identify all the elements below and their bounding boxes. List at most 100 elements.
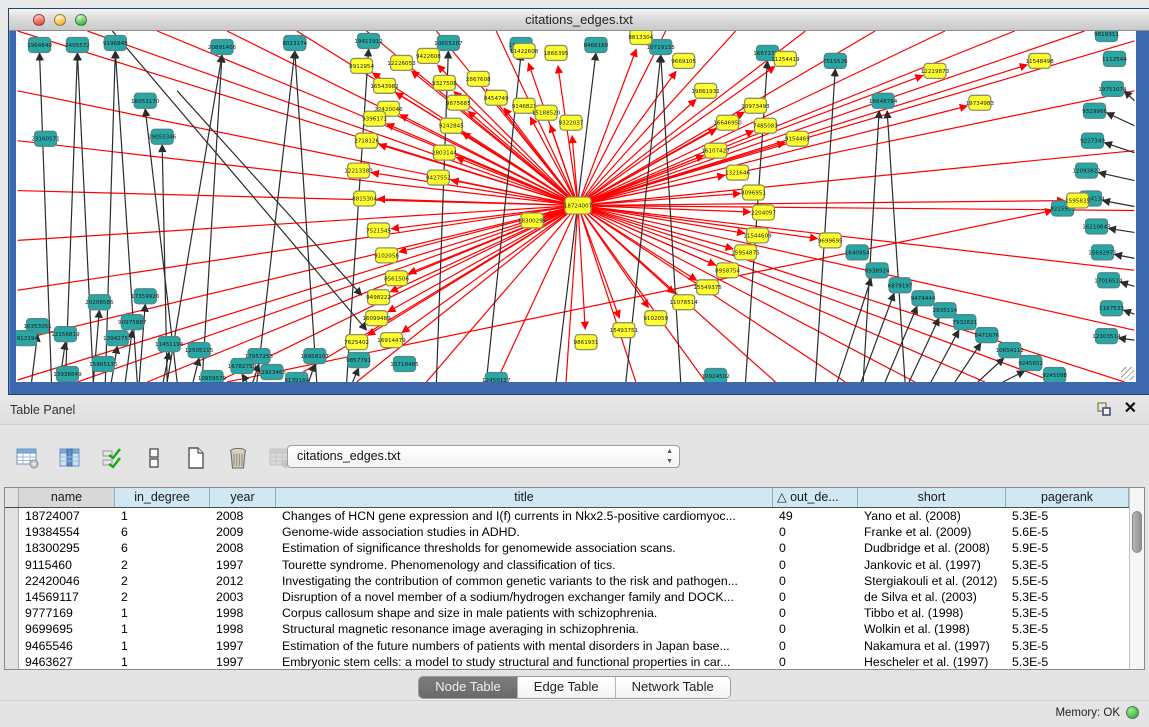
table-options-icon[interactable] <box>14 444 42 472</box>
black-edge[interactable] <box>1099 173 1135 181</box>
cell-short[interactable]: de Silva et al. (2003) <box>858 589 1006 605</box>
graph-node[interactable]: 1964840 <box>27 37 52 52</box>
cell-year[interactable]: 2008 <box>210 540 276 556</box>
cell-pagerank[interactable]: 5.3E-5 <box>1006 621 1129 637</box>
cell-out_degree[interactable]: 0 <box>773 589 858 605</box>
cell-pagerank[interactable]: 5.3E-5 <box>1006 508 1129 524</box>
graph-node[interactable]: 11451194 <box>155 337 184 352</box>
graph-node[interactable]: 16958107 <box>301 349 330 364</box>
cell-out_degree[interactable]: 49 <box>773 508 858 524</box>
graph-node[interactable]: 9245098 <box>1042 368 1067 382</box>
graph-node[interactable]: 12450127 <box>482 373 511 382</box>
cell-out_degree[interactable]: 0 <box>773 621 858 637</box>
black-edge[interactable] <box>1104 143 1134 153</box>
column-header-out_degree[interactable]: △ out_de... <box>773 488 858 507</box>
black-edge[interactable] <box>257 51 295 382</box>
column-header-year[interactable]: year <box>210 488 276 507</box>
graph-node[interactable]: 8815304 <box>352 191 377 206</box>
table-row[interactable]: 911546021997Tourette syndrome. Phenomeno… <box>5 557 1129 573</box>
cell-out_degree[interactable]: 0 <box>773 557 858 573</box>
column-select-icon[interactable] <box>56 444 84 472</box>
graph-node[interactable]: 2204097 <box>751 205 776 220</box>
cell-title[interactable]: Disruption of a novel member of a sodium… <box>276 589 773 605</box>
cell-year[interactable]: 1997 <box>210 557 276 573</box>
table-scrollbar[interactable] <box>1129 488 1144 669</box>
red-edge[interactable] <box>578 99 696 205</box>
table-row[interactable]: 969969511998Structural magnetic resonanc… <box>5 621 1129 637</box>
graph-node[interactable]: 10973493 <box>741 98 770 113</box>
graph-node[interactable]: 16646950 <box>713 115 742 130</box>
cell-pagerank[interactable]: 5.3E-5 <box>1006 638 1129 654</box>
graph-node[interactable]: 9675685 <box>446 95 471 110</box>
graph-node[interactable]: 1321646 <box>725 165 750 180</box>
cell-pagerank[interactable]: 5.6E-5 <box>1006 524 1129 540</box>
graph-node[interactable]: 11548498 <box>1025 53 1054 68</box>
graph-node[interactable]: 2935114 <box>933 303 958 318</box>
cell-pagerank[interactable]: 5.3E-5 <box>1006 654 1129 669</box>
graph-node[interactable]: 9102059 <box>643 311 668 326</box>
graph-node[interactable]: 9245652 <box>1018 356 1043 371</box>
black-edge[interactable] <box>1118 338 1134 340</box>
graph-node[interactable]: 9474444 <box>911 291 936 306</box>
table-row[interactable]: 946362711997Embryonic stem cells: a mode… <box>5 654 1129 669</box>
graph-node[interactable]: 8561506 <box>384 271 409 286</box>
cell-short[interactable]: Hescheler et al. (1997) <box>858 654 1006 669</box>
graph-node[interactable]: 9699695 <box>818 233 843 248</box>
cell-in_degree[interactable]: 2 <box>115 573 210 589</box>
graph-node[interactable]: 2803144 <box>432 145 457 160</box>
graph-node[interactable]: 8454749 <box>484 90 509 105</box>
graph-node[interactable]: 9819311 <box>1094 31 1119 41</box>
graph-node[interactable]: 8466160 <box>584 37 609 52</box>
graph-node[interactable]: 18724007 <box>564 197 593 214</box>
red-edge[interactable] <box>496 206 578 382</box>
graph-node[interactable]: 15954875 <box>731 245 760 260</box>
cell-pagerank[interactable]: 5.3E-5 <box>1006 589 1129 605</box>
cell-short[interactable]: Nakamura et al. (1997) <box>858 638 1006 654</box>
graph-node[interactable]: 9196848 <box>103 35 128 50</box>
cell-out_degree[interactable]: 0 <box>773 654 858 669</box>
column-header-pagerank[interactable]: pagerank <box>1006 488 1129 507</box>
table-row[interactable]: 1456911722003Disruption of a novel membe… <box>5 589 1129 605</box>
graph-node[interactable]: 16210643 <box>1082 219 1111 234</box>
cell-short[interactable]: Jankovic et al. (1997) <box>858 557 1006 573</box>
graph-node[interactable]: 1595835 <box>1065 193 1090 208</box>
row-select-icon[interactable] <box>98 444 126 472</box>
memory-indicator[interactable]: Memory: OK <box>1055 706 1139 719</box>
graph-node[interactable]: 12213383 <box>344 163 373 178</box>
black-edge[interactable] <box>1103 201 1135 207</box>
graph-node[interactable]: 13938849 <box>53 367 82 382</box>
graph-node[interactable]: 19751074 <box>1098 81 1127 96</box>
graph-node[interactable]: 8471676 <box>974 328 999 343</box>
cell-year[interactable]: 1997 <box>210 654 276 669</box>
column-header-in_degree[interactable]: in_degree <box>115 488 210 507</box>
graph-node[interactable]: 15549375 <box>693 280 722 295</box>
red-edge[interactable] <box>386 124 577 206</box>
graph-node[interactable]: 6879197 <box>888 278 913 293</box>
red-edge[interactable] <box>578 201 1065 206</box>
graph-node[interactable]: 7521545 <box>366 223 391 238</box>
delete-trash-icon[interactable] <box>224 444 252 472</box>
column-header-name[interactable]: name <box>19 488 115 507</box>
cell-name[interactable]: 14569117 <box>19 589 115 605</box>
graph-node[interactable]: 1640954 <box>845 245 870 260</box>
cell-year[interactable]: 2009 <box>210 524 276 540</box>
red-edge[interactable] <box>18 206 578 291</box>
graph-node[interactable]: 16914479 <box>377 333 406 348</box>
graph-node[interactable]: 12923465 <box>258 365 287 380</box>
graph-node[interactable]: 12226053 <box>387 55 416 70</box>
cell-in_degree[interactable]: 1 <box>115 638 210 654</box>
cell-in_degree[interactable]: 1 <box>115 508 210 524</box>
graph-node[interactable]: 15493751 <box>610 323 639 338</box>
red-edge[interactable] <box>566 206 578 382</box>
cell-short[interactable]: Stergiakouli et al. (2012) <box>858 573 1006 589</box>
black-edge[interactable] <box>1003 371 1025 382</box>
black-edge[interactable] <box>1123 310 1134 314</box>
red-edge[interactable] <box>578 206 619 318</box>
graph-node[interactable]: 13942757 <box>103 331 132 346</box>
cell-name[interactable]: 19384554 <box>19 524 115 540</box>
cell-title[interactable]: Changes of HCN gene expression and I(f) … <box>276 508 773 524</box>
graph-node[interactable]: 12093822 <box>1072 163 1100 178</box>
graph-node[interactable]: 19734983 <box>966 95 995 110</box>
graph-node[interactable]: 10654112 <box>996 343 1024 358</box>
red-edge[interactable] <box>578 206 1124 382</box>
